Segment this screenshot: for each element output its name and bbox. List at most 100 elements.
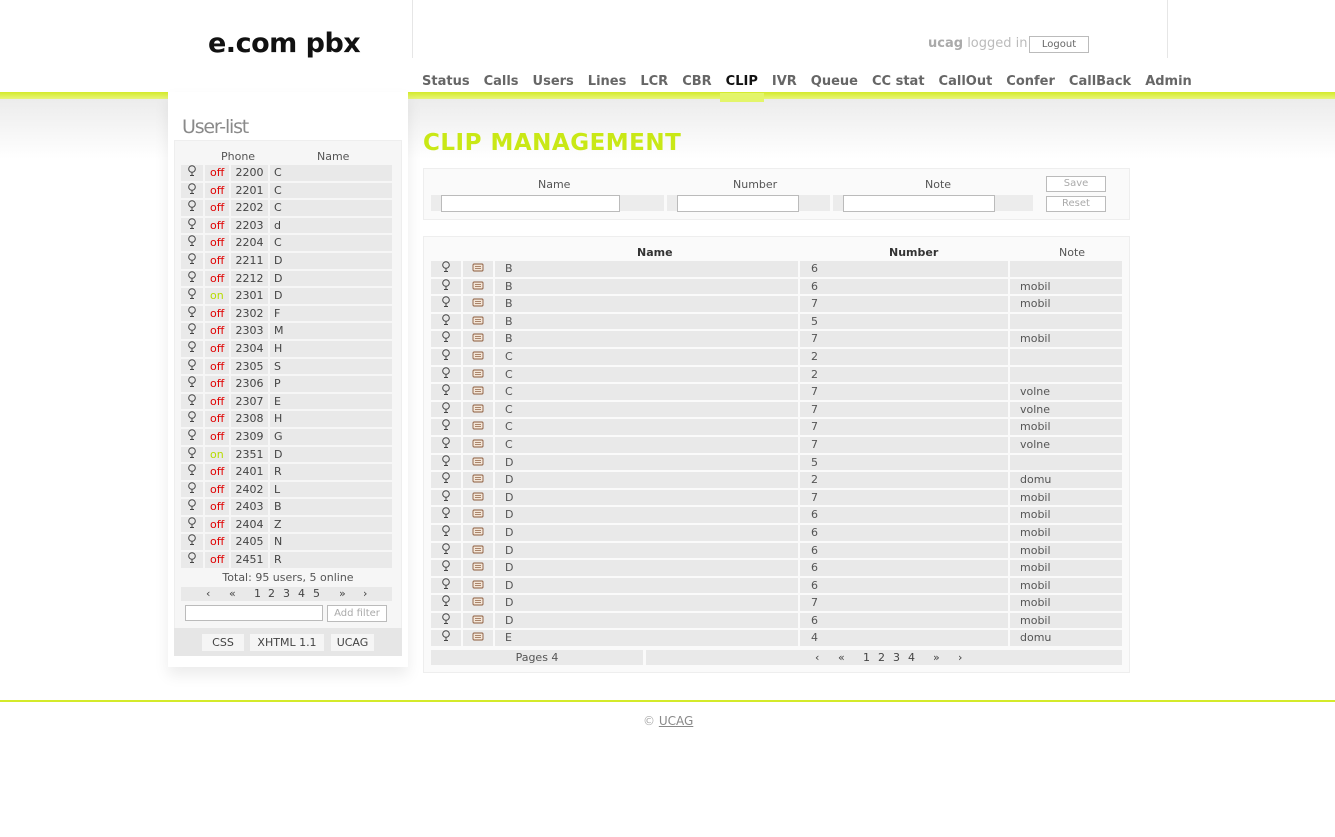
user-row[interactable]: on 2301 D bbox=[181, 288, 392, 306]
edit-icon[interactable] bbox=[463, 524, 493, 541]
user-row[interactable]: off 2451 R bbox=[181, 552, 392, 570]
edit-icon[interactable] bbox=[463, 436, 493, 453]
pager-last[interactable]: › bbox=[958, 650, 962, 665]
pager-prev[interactable]: « bbox=[229, 587, 236, 601]
user-row[interactable]: off 2201 C bbox=[181, 182, 392, 201]
edit-icon[interactable] bbox=[463, 454, 493, 471]
logout-button[interactable]: Logout bbox=[1029, 36, 1089, 53]
edit-icon[interactable] bbox=[463, 472, 493, 488]
bulb-icon[interactable] bbox=[181, 252, 203, 269]
pager-next[interactable]: » bbox=[933, 650, 940, 665]
user-row[interactable]: off 2303 M bbox=[181, 323, 392, 341]
pager-page-4[interactable]: 4 bbox=[908, 650, 915, 665]
edit-icon[interactable] bbox=[463, 577, 493, 594]
bulb-icon[interactable] bbox=[431, 313, 461, 330]
filter-input[interactable] bbox=[185, 605, 323, 621]
bulb-icon[interactable] bbox=[431, 331, 461, 347]
nav-clip[interactable]: CLIP bbox=[719, 74, 765, 102]
user-row[interactable]: off 2306 P bbox=[181, 376, 392, 394]
bulb-icon[interactable] bbox=[181, 411, 203, 427]
bulb-icon[interactable] bbox=[181, 376, 203, 392]
bulb-icon[interactable] bbox=[181, 305, 203, 322]
pager-page-2[interactable]: 2 bbox=[878, 650, 885, 665]
pager-page-1[interactable]: 1 bbox=[254, 587, 261, 601]
edit-icon[interactable] bbox=[463, 507, 493, 523]
edit-icon[interactable] bbox=[463, 296, 493, 312]
user-row[interactable]: off 2308 H bbox=[181, 411, 392, 429]
bulb-icon[interactable] bbox=[431, 436, 461, 453]
bulb-icon[interactable] bbox=[181, 200, 203, 216]
user-row[interactable]: off 2200 C bbox=[181, 165, 392, 183]
pager-first[interactable]: ‹ bbox=[815, 650, 819, 665]
bulb-icon[interactable] bbox=[181, 393, 203, 410]
bulb-icon[interactable] bbox=[431, 419, 461, 435]
bulb-icon[interactable] bbox=[181, 323, 203, 339]
xhtml-badge[interactable]: XHTML 1.1 bbox=[250, 634, 324, 651]
bulb-icon[interactable] bbox=[181, 288, 203, 304]
edit-icon[interactable] bbox=[463, 630, 493, 647]
bulb-icon[interactable] bbox=[431, 366, 461, 383]
bulb-icon[interactable] bbox=[181, 340, 203, 357]
user-row[interactable]: off 2401 R bbox=[181, 464, 392, 482]
nav-calls[interactable]: Calls bbox=[484, 74, 519, 89]
edit-icon[interactable] bbox=[463, 419, 493, 435]
edit-icon[interactable] bbox=[463, 560, 493, 576]
pager-next[interactable]: » bbox=[339, 587, 346, 601]
pager-page-5[interactable]: 5 bbox=[313, 587, 320, 601]
ucag-link[interactable]: UCAG bbox=[659, 714, 693, 728]
number-input[interactable] bbox=[677, 195, 799, 212]
pager-page-3[interactable]: 3 bbox=[283, 587, 290, 601]
pager-page-1[interactable]: 1 bbox=[863, 650, 870, 665]
save-button[interactable]: Save bbox=[1046, 176, 1106, 192]
bulb-icon[interactable] bbox=[181, 552, 203, 568]
user-row[interactable]: on 2351 D bbox=[181, 446, 392, 465]
bulb-icon[interactable] bbox=[431, 348, 461, 365]
edit-icon[interactable] bbox=[463, 348, 493, 365]
bulb-icon[interactable] bbox=[431, 384, 461, 400]
edit-icon[interactable] bbox=[463, 384, 493, 400]
nav-users[interactable]: Users bbox=[533, 74, 574, 89]
nav-lcr[interactable]: LCR bbox=[640, 74, 668, 89]
edit-icon[interactable] bbox=[463, 278, 493, 295]
bulb-icon[interactable] bbox=[181, 428, 203, 445]
nav-callout[interactable]: CallOut bbox=[939, 74, 993, 89]
user-row[interactable]: off 2307 E bbox=[181, 393, 392, 412]
bulb-icon[interactable] bbox=[181, 481, 203, 498]
logo[interactable]: e.com pbx bbox=[208, 28, 361, 59]
bulb-icon[interactable] bbox=[431, 296, 461, 312]
bulb-icon[interactable] bbox=[181, 217, 203, 234]
bulb-icon[interactable] bbox=[181, 516, 203, 533]
user-row[interactable]: off 2202 C bbox=[181, 200, 392, 218]
nav-lines[interactable]: Lines bbox=[588, 74, 627, 89]
pager-first[interactable]: ‹ bbox=[206, 587, 210, 601]
edit-icon[interactable] bbox=[463, 331, 493, 347]
bulb-icon[interactable] bbox=[181, 358, 203, 375]
bulb-icon[interactable] bbox=[181, 235, 203, 251]
bulb-icon[interactable] bbox=[431, 472, 461, 488]
edit-icon[interactable] bbox=[463, 612, 493, 629]
nav-cc-stat[interactable]: CC stat bbox=[872, 74, 925, 89]
add-filter-button[interactable]: Add filter bbox=[327, 605, 387, 622]
bulb-icon[interactable] bbox=[431, 630, 461, 647]
user-row[interactable]: off 2405 N bbox=[181, 534, 392, 552]
user-row[interactable]: off 2212 D bbox=[181, 270, 392, 289]
pager-prev[interactable]: « bbox=[838, 650, 845, 665]
nav-confer[interactable]: Confer bbox=[1006, 74, 1055, 89]
pager-page-4[interactable]: 4 bbox=[298, 587, 305, 601]
bulb-icon[interactable] bbox=[431, 560, 461, 576]
bulb-icon[interactable] bbox=[431, 401, 461, 418]
user-row[interactable]: off 2403 B bbox=[181, 499, 392, 517]
edit-icon[interactable] bbox=[463, 401, 493, 418]
bulb-icon[interactable] bbox=[431, 507, 461, 523]
bulb-icon[interactable] bbox=[431, 261, 461, 277]
bulb-icon[interactable] bbox=[431, 542, 461, 559]
bulb-icon[interactable] bbox=[431, 489, 461, 506]
nav-queue[interactable]: Queue bbox=[811, 74, 858, 89]
user-row[interactable]: off 2305 S bbox=[181, 358, 392, 377]
note-input[interactable] bbox=[843, 195, 995, 212]
user-row[interactable]: off 2211 D bbox=[181, 252, 392, 271]
edit-icon[interactable] bbox=[463, 261, 493, 277]
nav-status[interactable]: Status bbox=[422, 74, 470, 89]
user-row[interactable]: off 2309 G bbox=[181, 428, 392, 447]
user-row[interactable]: off 2203 d bbox=[181, 217, 392, 236]
